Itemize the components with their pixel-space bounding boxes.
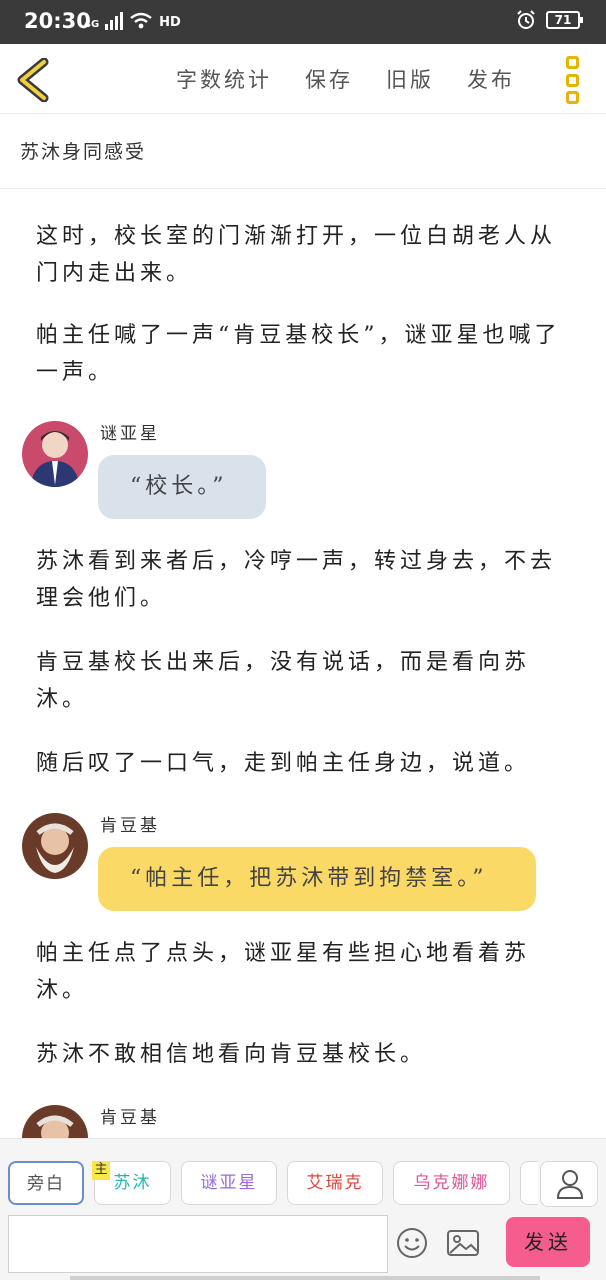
speaker-name: 肯豆基 [100, 816, 160, 836]
send-button[interactable]: 发送 [506, 1217, 590, 1267]
role-chip-miyaxing[interactable]: 谜亚星 [181, 1161, 277, 1205]
composer-panel: 旁白 苏沐 谜亚星 艾瑞克 乌克娜娜 主 发送 [0, 1138, 606, 1280]
narration-paragraph[interactable]: 苏沐看到来者后，冷哼一声，转过身去，不去理会他们。 [36, 543, 576, 617]
battery-level: 71 [554, 13, 572, 27]
protagonist-badge: 主 [92, 1161, 110, 1180]
dialogue-bubble[interactable]: “帕主任，把苏沐带到拘禁室。” [98, 847, 536, 911]
role-label: 旁白 [27, 1174, 65, 1194]
wifi-icon [130, 12, 152, 29]
signal-bars-icon [105, 12, 124, 30]
hd-indicator: HD [159, 15, 181, 30]
status-bar: 20:30 4G HD 71 [0, 0, 606, 44]
role-selector: 旁白 苏沐 谜亚星 艾瑞克 乌克娜娜 主 [8, 1161, 538, 1207]
role-chip-airuike[interactable]: 艾瑞克 [287, 1161, 383, 1205]
role-label: 乌克娜娜 [413, 1173, 490, 1193]
message-input[interactable] [8, 1215, 388, 1273]
signal-indicators: 4G HD [84, 12, 181, 30]
image-icon [447, 1230, 479, 1256]
editor-toolbar: 字数统计 保存 旧版 发布 [0, 44, 606, 114]
narration-paragraph[interactable]: 苏沐不敢相信地看向肯豆基校长。 [36, 1036, 576, 1073]
dialogue-message[interactable]: 肯豆基 [22, 1105, 582, 1138]
speaker-name: 谜亚星 [100, 424, 160, 444]
narration-paragraph[interactable]: 帕主任喊了一声“肯豆基校长”，谜亚星也喊了一声。 [36, 317, 576, 391]
publish-button[interactable]: 发布 [467, 64, 515, 94]
dialogue-message[interactable]: 谜亚星 “校长。” [22, 421, 582, 521]
back-button[interactable] [14, 57, 54, 103]
word-count-button[interactable]: 字数统计 [176, 64, 272, 94]
old-version-button[interactable]: 旧版 [386, 64, 434, 94]
narration-paragraph[interactable]: 帕主任点了点头，谜亚星有些担心地看着苏沐。 [36, 935, 576, 1009]
save-button[interactable]: 保存 [305, 64, 353, 94]
network-type: 4G [84, 19, 100, 30]
chevron-left-icon [17, 57, 49, 103]
role-chip-overflow[interactable] [520, 1161, 538, 1205]
avatar[interactable] [22, 421, 88, 487]
user-icon [556, 1170, 584, 1199]
role-label: 苏沐 [113, 1173, 152, 1193]
scroll-indicator [70, 1276, 540, 1280]
dialogue-bubble[interactable]: “校长。” [98, 455, 266, 519]
role-label: 艾瑞克 [306, 1173, 364, 1193]
speaker-name: 肯豆基 [100, 1108, 160, 1128]
role-label: 谜亚星 [200, 1173, 258, 1193]
role-manage-button[interactable] [540, 1161, 598, 1207]
narration-paragraph[interactable]: 这时，校长室的门渐渐打开，一位白胡老人从门内走出来。 [36, 218, 576, 292]
clock: 20:30 [24, 9, 91, 33]
role-chip-narrator[interactable]: 旁白 [8, 1161, 84, 1205]
emoji-button[interactable] [396, 1227, 428, 1259]
narration-paragraph[interactable]: 肯豆基校长出来后，没有说话，而是看向苏沐。 [36, 644, 576, 718]
role-chip-wukenana[interactable]: 乌克娜娜 [393, 1161, 510, 1205]
story-content: 这时，校长室的门渐渐打开，一位白胡老人从门内走出来。 帕主任喊了一声“肯豆基校长… [0, 190, 606, 1138]
avatar[interactable] [22, 813, 88, 879]
image-button[interactable] [446, 1227, 480, 1259]
avatar[interactable] [22, 1105, 88, 1138]
chapter-title[interactable]: 苏沐身同感受 [0, 115, 606, 189]
battery-icon: 71 [546, 11, 583, 29]
smiley-icon [397, 1228, 427, 1258]
dialogue-message[interactable]: 肯豆基 “帕主任，把苏沐带到拘禁室。” [22, 813, 582, 913]
more-menu-button[interactable] [566, 56, 582, 104]
narration-paragraph[interactable]: 随后叹了一口气，走到帕主任身边，说道。 [36, 745, 576, 782]
alarm-icon [517, 10, 535, 29]
